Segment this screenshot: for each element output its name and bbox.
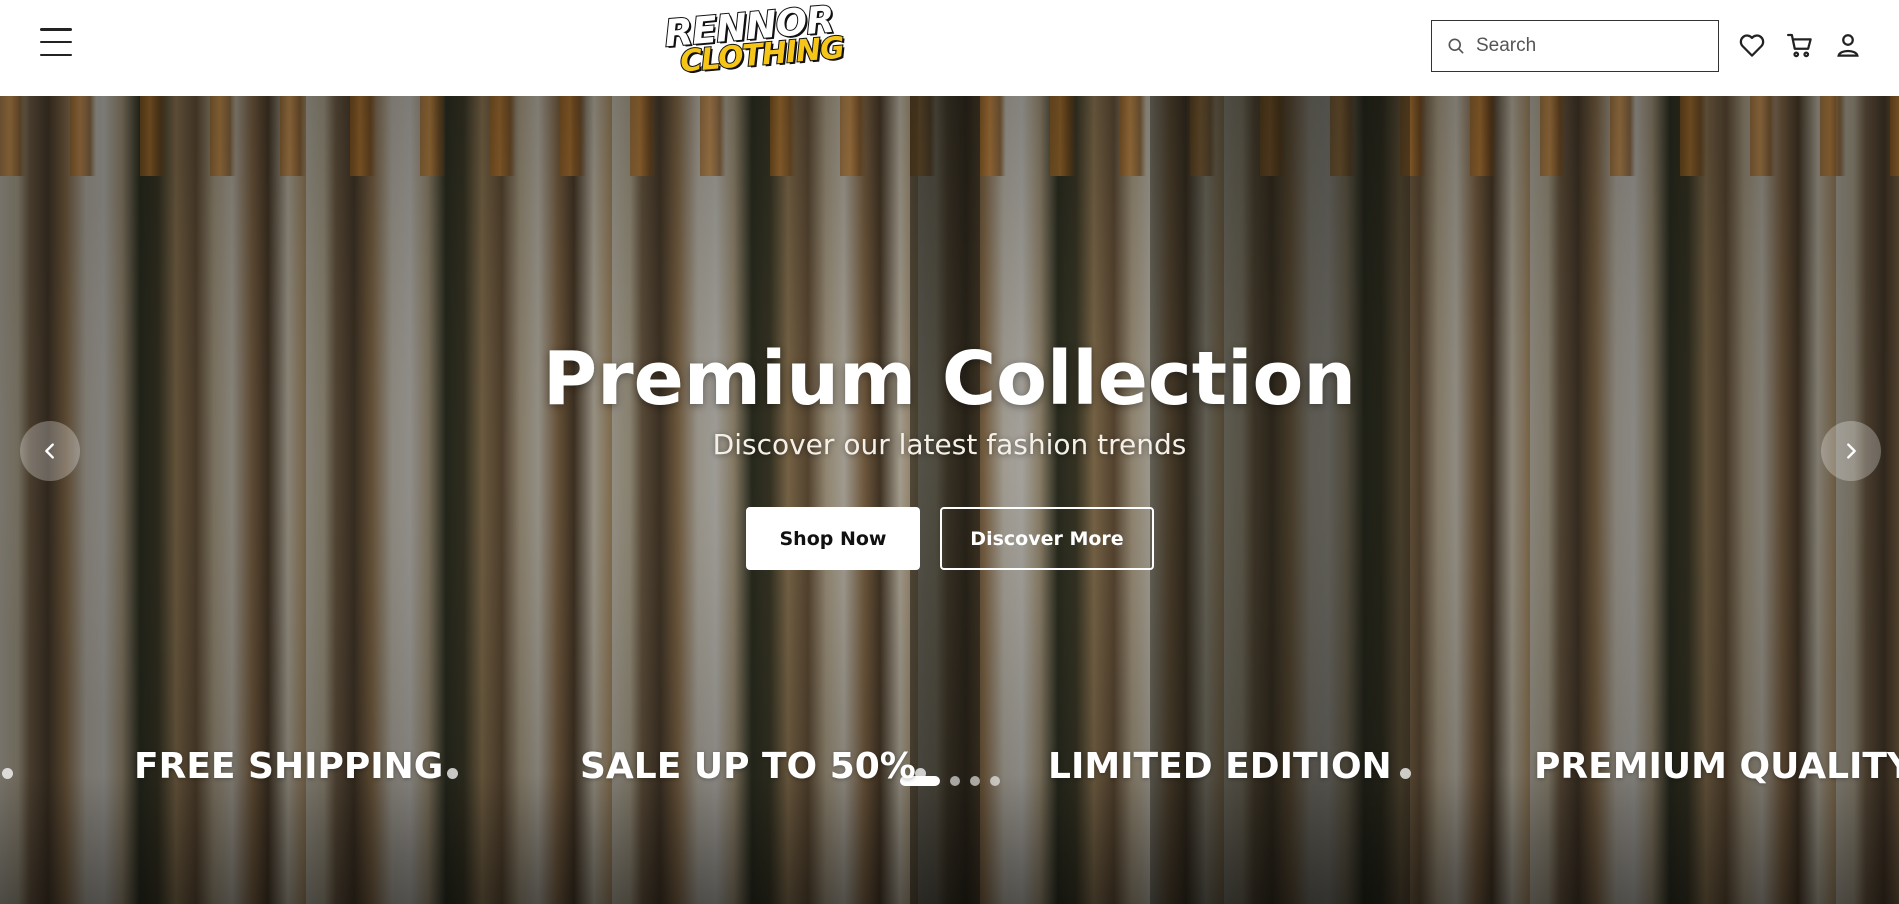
- brand-logo[interactable]: RENNOR CLOTHING: [662, 0, 847, 81]
- marquee-item: SALE UP TO 50%: [580, 746, 916, 787]
- marquee-separator: [1400, 768, 1411, 779]
- site-header: RENNOR CLOTHING: [0, 0, 1899, 96]
- marquee-item: LIMITED EDITION: [1048, 746, 1392, 787]
- cart-icon[interactable]: [1785, 30, 1815, 60]
- search-icon: [1446, 35, 1468, 57]
- discover-more-button[interactable]: Discover More: [940, 507, 1154, 570]
- user-icon[interactable]: [1833, 30, 1863, 60]
- hero-subtitle: Discover our latest fashion trends: [712, 428, 1187, 461]
- heart-icon[interactable]: [1737, 30, 1767, 60]
- carousel-next-button[interactable]: [1821, 421, 1881, 481]
- search-input[interactable]: [1476, 35, 1706, 57]
- shop-now-button[interactable]: Shop Now: [746, 507, 920, 570]
- marquee-separator: [447, 768, 458, 779]
- marquee-separator: [2, 768, 13, 779]
- marquee-item: FREE SHIPPING: [134, 746, 444, 787]
- marquee-item: PREMIUM QUALITY: [1534, 746, 1899, 787]
- search-box[interactable]: [1431, 20, 1719, 72]
- hero-title: Premium Collection: [542, 336, 1357, 422]
- menu-icon[interactable]: [40, 28, 74, 56]
- promo-marquee: FREE SHIPPING SALE UP TO 50% LIMITED EDI…: [0, 740, 1899, 802]
- chevron-right-icon: [1847, 443, 1856, 459]
- chevron-left-icon: [45, 443, 54, 459]
- marquee-separator: [915, 768, 926, 779]
- carousel-prev-button[interactable]: [20, 421, 80, 481]
